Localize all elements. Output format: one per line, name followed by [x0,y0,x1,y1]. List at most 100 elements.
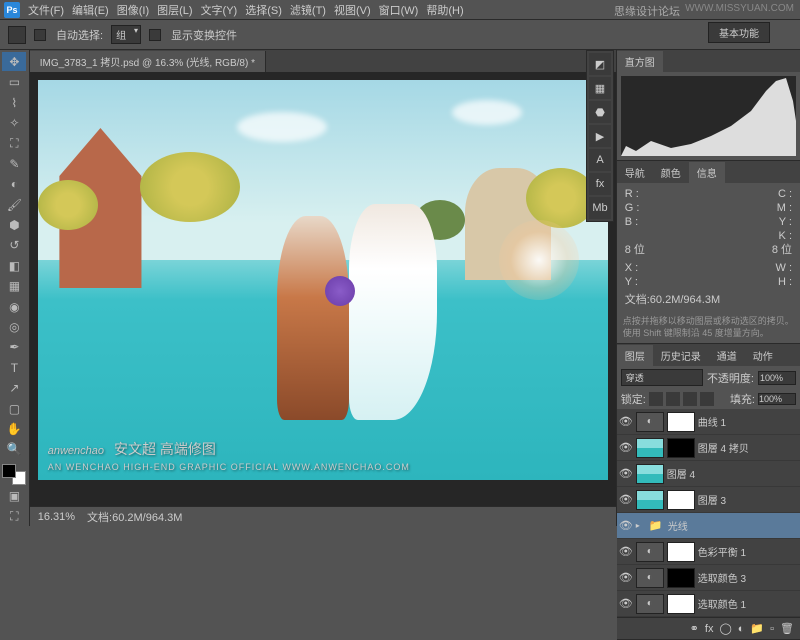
layer-row[interactable]: 👁 图層 4 拷贝 [617,435,800,461]
layer-name[interactable]: 图層 4 拷贝 [698,440,798,455]
pen-tool[interactable]: ✒ [2,338,26,357]
layer-name[interactable]: 曲线 1 [698,414,798,429]
history-tab[interactable]: 历史记录 [653,345,709,366]
layer-mask-thumb[interactable] [667,412,695,432]
layer-row[interactable]: 👁 图層 3 [617,487,800,513]
menu-window[interactable]: 窗口(W) [379,2,419,18]
quickmask-toggle[interactable]: ▣ [2,486,26,505]
blur-tool[interactable]: ◉ [2,297,26,316]
crop-tool[interactable]: ⛶ [2,134,26,153]
brush-tool[interactable]: 🖌 [2,195,26,214]
menu-type[interactable]: 文字(Y) [201,2,238,18]
eraser-tool[interactable]: ◧ [2,256,26,275]
heal-tool[interactable]: ◐ [2,174,26,193]
layer-thumb[interactable]: ◐ [636,568,664,588]
link-layers-icon[interactable]: ⚭ [690,622,699,635]
layer-thumb[interactable]: ◐ [636,542,664,562]
eyedropper-tool[interactable]: ✎ [2,154,26,173]
layer-name[interactable]: 色彩平衡 1 [698,544,798,559]
layers-tab[interactable]: 图层 [617,345,653,366]
layer-name[interactable]: 选取颜色 1 [698,596,798,611]
history-icon[interactable]: ◩ [589,53,611,75]
menu-layer[interactable]: 图层(L) [157,2,192,18]
screenmode-toggle[interactable]: ⛶ [2,507,26,526]
menu-file[interactable]: 文件(F) [28,2,64,18]
info-tab[interactable]: 信息 [689,162,725,183]
group-icon[interactable]: 📁 [750,622,764,635]
layer-row[interactable]: 👁◐选取颜色 3 [617,565,800,591]
menu-filter[interactable]: 滤镜(T) [290,2,326,18]
visibility-icon[interactable]: 👁 [619,415,633,428]
channels-tab[interactable]: 通道 [709,345,745,366]
layer-name[interactable]: 图層 4 [667,466,798,481]
menu-image[interactable]: 图像(I) [117,2,149,18]
swatches-icon[interactable]: ▦ [589,77,611,99]
layer-mask-thumb[interactable] [667,568,695,588]
lock-pixels-icon[interactable] [666,392,680,406]
visibility-icon[interactable]: 👁 [619,571,633,584]
layer-mask-thumb[interactable] [667,594,695,614]
type-tool[interactable]: T [2,358,26,377]
layer-name[interactable]: 图層 3 [698,492,798,507]
visibility-icon[interactable]: 👁 [619,467,633,480]
lock-trans-icon[interactable] [649,392,663,406]
actions-tab[interactable]: 动作 [745,345,781,366]
lock-all-icon[interactable] [700,392,714,406]
visibility-icon[interactable]: 👁 [619,597,633,610]
layer-thumb[interactable]: ◐ [636,412,664,432]
measure-icon[interactable]: Mb [589,197,611,219]
hand-tool[interactable]: ✋ [2,419,26,438]
path-tool[interactable]: ↗ [2,379,26,398]
histogram-tab[interactable]: 直方图 [617,51,663,72]
stamp-tool[interactable]: ⬢ [2,215,26,234]
color-swatches[interactable] [2,464,26,485]
layer-thumb[interactable] [636,464,664,484]
layer-mask-thumb[interactable] [667,438,695,458]
layer-row[interactable]: 👁◐ 选取颜色 1 [617,591,800,617]
layer-row[interactable]: 👁 图層 4 [617,461,800,487]
showtransform-checkbox[interactable] [149,29,161,41]
marquee-tool[interactable]: ▭ [2,72,26,91]
fx-icon[interactable]: fx [705,623,714,635]
history-brush-tool[interactable]: ↺ [2,236,26,255]
layer-row[interactable]: 👁◐ 曲线 1 [617,409,800,435]
visibility-icon[interactable]: 👁 [619,493,633,506]
shape-tool[interactable]: ▢ [2,399,26,418]
visibility-icon[interactable]: 👁 [619,441,633,454]
color-tab[interactable]: 颜色 [653,162,689,183]
mask-icon[interactable]: ◯ [719,622,731,635]
wand-tool[interactable]: ✧ [2,113,26,132]
canvas-area[interactable]: anwenchao安文超 高端修图 AN WENCHAO HIGH-END GR… [30,72,616,506]
lasso-tool[interactable]: ⌇ [2,93,26,112]
layer-mask-thumb[interactable] [667,490,695,510]
new-layer-icon[interactable]: ▫ [770,623,774,635]
styles-icon[interactable]: fx [589,173,611,195]
autoselect-dropdown[interactable]: 组 [111,25,141,44]
menu-select[interactable]: 选择(S) [245,2,282,18]
fill-input[interactable] [758,393,796,405]
dodge-tool[interactable]: ◎ [2,317,26,336]
layer-thumb[interactable] [636,490,664,510]
workspace-switcher[interactable]: 基本功能 [708,22,770,43]
layer-thumb[interactable]: ◐ [636,594,664,614]
move-tool[interactable]: ✥ [2,52,26,71]
zoom-tool[interactable]: 🔍 [2,440,26,459]
opacity-input[interactable] [758,371,796,385]
layer-row[interactable]: 👁◐ 色彩平衡 1 [617,539,800,565]
visibility-icon[interactable]: 👁 [619,545,633,558]
trash-icon[interactable]: 🗑 [780,622,794,635]
menu-help[interactable]: 帮助(H) [426,2,463,18]
layer-row[interactable]: 👁▸📁光线 [617,513,800,539]
autoselect-checkbox[interactable] [34,29,46,41]
nav-tab[interactable]: 导航 [617,162,653,183]
blend-mode-dropdown[interactable]: 穿透 [621,369,703,386]
gradient-tool[interactable]: ▦ [2,276,26,295]
menu-edit[interactable]: 编辑(E) [72,2,109,18]
brushes-icon[interactable]: ⬣ [589,101,611,123]
layer-thumb[interactable] [636,438,664,458]
adjustment-icon[interactable]: ◐ [738,623,745,635]
layer-mask-thumb[interactable] [667,542,695,562]
zoom-level[interactable]: 16.31% [38,511,75,523]
canvas[interactable]: anwenchao安文超 高端修图 AN WENCHAO HIGH-END GR… [38,80,608,480]
menu-view[interactable]: 视图(V) [334,2,371,18]
